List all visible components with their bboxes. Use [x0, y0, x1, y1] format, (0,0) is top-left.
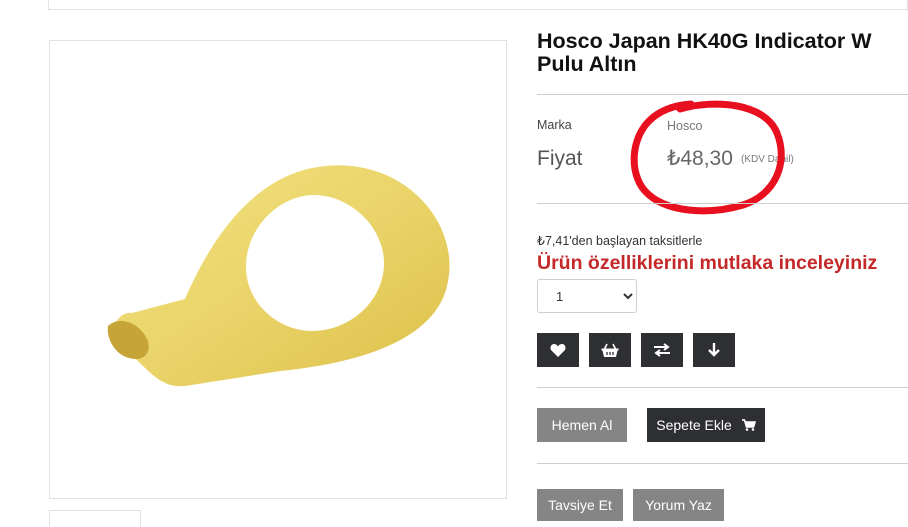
- quantity-select[interactable]: 1: [537, 279, 637, 313]
- add-to-cart-label: Sepete Ekle: [656, 417, 732, 433]
- divider: [537, 387, 908, 388]
- divider: [537, 463, 908, 464]
- arrow-down-icon: [708, 343, 720, 357]
- buy-now-button[interactable]: Hemen Al: [537, 408, 627, 442]
- favorite-button[interactable]: [537, 333, 579, 367]
- cart-icon: [741, 419, 756, 431]
- compare-button[interactable]: [641, 333, 683, 367]
- price-label: Fiyat: [537, 147, 583, 170]
- top-strip: [48, 0, 908, 10]
- thumbnail[interactable]: [49, 510, 141, 527]
- brand-label: Marka: [537, 118, 572, 132]
- write-review-button[interactable]: Yorum Yaz: [633, 489, 724, 521]
- heart-icon: [550, 343, 566, 357]
- installment-text: ₺7,41'den başlayan taksitlerle: [537, 234, 703, 248]
- recommend-button[interactable]: Tavsiye Et: [537, 489, 623, 521]
- download-button[interactable]: [693, 333, 735, 367]
- basket-icon: [601, 343, 619, 357]
- product-title: Hosco Japan HK40G Indicator W Pulu Altın: [537, 30, 908, 76]
- product-image[interactable]: [49, 40, 507, 499]
- warning-text: Ürün özelliklerini mutlaka inceleyiniz: [537, 252, 878, 274]
- add-to-cart-button[interactable]: Sepete Ekle: [647, 408, 765, 442]
- compare-icon: [654, 343, 670, 357]
- gold-washer-image: [107, 165, 450, 387]
- annotation-circle: [630, 100, 785, 215]
- divider: [537, 203, 908, 204]
- product-title-line1: Hosco Japan HK40G Indicator W: [537, 30, 872, 53]
- product-title-line2: Pulu Altın: [537, 52, 637, 76]
- basket-button[interactable]: [589, 333, 631, 367]
